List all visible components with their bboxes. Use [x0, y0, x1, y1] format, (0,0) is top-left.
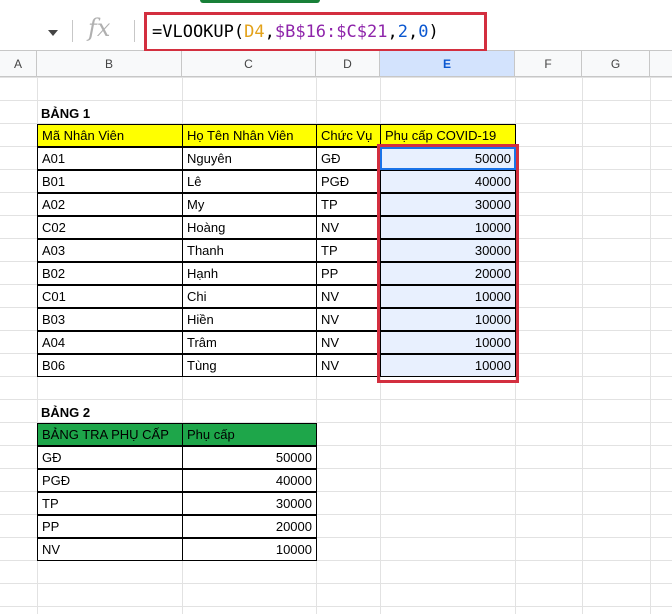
column-header-e[interactable]: E [380, 51, 515, 77]
table1-cell[interactable]: My [182, 193, 317, 216]
grid-line-horizontal [0, 399, 672, 400]
table1-cell[interactable]: C02 [37, 216, 183, 239]
table1-cell[interactable]: GĐ [316, 147, 381, 170]
table2-cell[interactable]: GĐ [37, 446, 183, 469]
table2-header-cell[interactable]: BẢNG TRA PHỤ CẤP [37, 423, 183, 446]
table1-cell[interactable]: NV [316, 308, 381, 331]
table1-cell[interactable]: PGĐ [316, 170, 381, 193]
table1-cell[interactable]: B06 [37, 354, 183, 377]
table2-cell[interactable]: 40000 [182, 469, 317, 492]
table2-header-cell[interactable]: Phụ cấp [182, 423, 317, 446]
table2-cell[interactable]: 30000 [182, 492, 317, 515]
table2-cell[interactable]: 10000 [182, 538, 317, 561]
table2-title: BẢNG 2 [41, 405, 91, 420]
grid-line-horizontal [0, 77, 672, 78]
table1-cell[interactable]: A04 [37, 331, 183, 354]
table2-cell[interactable]: PGĐ [37, 469, 183, 492]
chevron-down-icon[interactable] [48, 30, 58, 36]
column-header-c[interactable]: C [182, 51, 316, 77]
table1-cell[interactable]: A03 [37, 239, 183, 262]
grid-line-horizontal [0, 100, 672, 101]
table1-cell[interactable]: PP [316, 262, 381, 285]
table1-title: BẢNG 1 [41, 106, 91, 121]
column-header-b[interactable]: B [37, 51, 182, 77]
divider [72, 20, 73, 42]
table1-cell[interactable]: TP [316, 239, 381, 262]
grid-line-vertical [582, 77, 583, 614]
table2-cell[interactable]: PP [37, 515, 183, 538]
table1-cell[interactable]: Hạnh [182, 262, 317, 285]
column-header-f[interactable]: F [515, 51, 582, 77]
table2-cell[interactable]: NV [37, 538, 183, 561]
fx-icon: fx [88, 14, 111, 42]
column-header-h[interactable] [650, 51, 672, 77]
column-header-g[interactable]: G [582, 51, 650, 77]
table1-cell[interactable]: A02 [37, 193, 183, 216]
table1-cell[interactable]: Trâm [182, 331, 317, 354]
column-header-a[interactable]: A [0, 51, 37, 77]
table1-cell[interactable]: Chi [182, 285, 317, 308]
table1-cell[interactable]: B02 [37, 262, 183, 285]
table1-header-cell[interactable]: Họ Tên Nhân Viên [182, 124, 317, 147]
grid-line-horizontal [0, 606, 672, 607]
table1-cell[interactable]: TP [316, 193, 381, 216]
table2-cell[interactable]: 20000 [182, 515, 317, 538]
table1-cell[interactable]: C01 [37, 285, 183, 308]
table1-cell[interactable]: Hoàng [182, 216, 317, 239]
table1-cell[interactable]: B01 [37, 170, 183, 193]
table1-cell[interactable]: Hiền [182, 308, 317, 331]
table1-cell[interactable]: NV [316, 331, 381, 354]
table1-cell[interactable]: Lê [182, 170, 317, 193]
sheet-tab-indicator [200, 0, 320, 3]
table1-cell[interactable]: Tùng [182, 354, 317, 377]
table1-header-cell[interactable]: Chức Vụ [316, 124, 381, 147]
formula-bar: fx =VLOOKUP(D4,$B$16:$C$21,2,0) [0, 0, 672, 52]
table1-cell[interactable]: B03 [37, 308, 183, 331]
result-highlight-box [377, 144, 519, 383]
table1-cell[interactable]: NV [316, 216, 381, 239]
table2-cell[interactable]: TP [37, 492, 183, 515]
table1-header-cell[interactable]: Mã Nhân Viên [37, 124, 183, 147]
table1-cell[interactable]: Nguyên [182, 147, 317, 170]
grid-line-vertical [650, 77, 651, 614]
table1-cell[interactable]: A01 [37, 147, 183, 170]
table1-cell[interactable]: NV [316, 285, 381, 308]
table1-cell[interactable]: Thanh [182, 239, 317, 262]
column-header-d[interactable]: D [316, 51, 380, 77]
divider [134, 20, 135, 42]
table2-cell[interactable]: 50000 [182, 446, 317, 469]
grid-line-horizontal [0, 583, 672, 584]
formula-highlight-box [144, 12, 487, 52]
table1-cell[interactable]: NV [316, 354, 381, 377]
